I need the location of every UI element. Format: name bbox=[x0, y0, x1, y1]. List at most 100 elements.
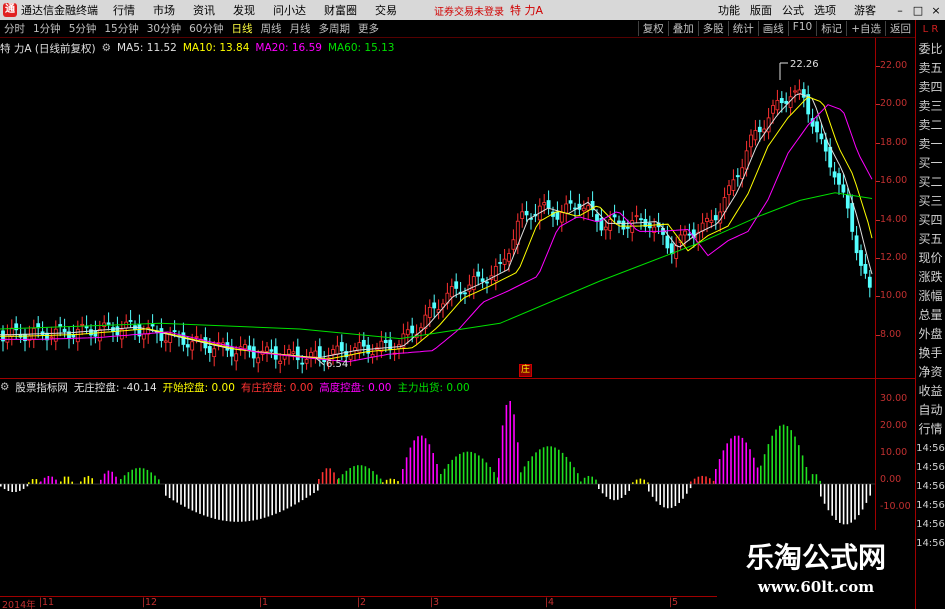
period-tab[interactable]: 1分钟 bbox=[29, 21, 65, 36]
side-panel-item[interactable]: 买四 bbox=[916, 211, 945, 230]
side-panel-item[interactable]: 涨幅 bbox=[916, 287, 945, 306]
signal-marker[interactable]: 庄 bbox=[519, 364, 533, 377]
side-panel-item[interactable]: 卖一 bbox=[916, 135, 945, 154]
candle-body bbox=[410, 325, 415, 334]
tool-button[interactable]: 叠加 bbox=[667, 21, 698, 36]
indicator-bar bbox=[447, 464, 450, 484]
side-panel-item[interactable]: 14:56 bbox=[916, 477, 945, 496]
side-panel-item[interactable]: 外盘 bbox=[916, 325, 945, 344]
high-price-label: 22.26 bbox=[790, 59, 819, 70]
indicator-bar bbox=[835, 484, 837, 520]
settings-icon[interactable]: ⚙ bbox=[102, 42, 111, 54]
side-panel-item[interactable]: 净资 bbox=[916, 363, 945, 382]
settings-icon[interactable]: ⚙ bbox=[0, 381, 9, 393]
side-panel-item[interactable]: 14:56 bbox=[916, 534, 945, 553]
candle-body bbox=[141, 333, 146, 340]
period-tab-more[interactable]: 更多 bbox=[354, 21, 383, 36]
maximize-icon[interactable]: □ bbox=[909, 4, 927, 17]
indicator-bar bbox=[222, 484, 224, 521]
side-panel-item[interactable]: 收益 bbox=[916, 382, 945, 401]
indicator-bar bbox=[591, 476, 593, 484]
tool-button[interactable]: F10 bbox=[787, 21, 816, 36]
candle-body bbox=[559, 212, 564, 223]
side-panel-item[interactable]: 14:56 bbox=[916, 439, 945, 458]
indicator-bar bbox=[244, 484, 247, 522]
side-panel-item[interactable]: 14:56 bbox=[916, 496, 945, 515]
period-tab[interactable]: 15分钟 bbox=[100, 21, 142, 36]
candle-body bbox=[542, 202, 547, 206]
menu-layout[interactable]: 版面 bbox=[745, 2, 777, 18]
side-panel-item[interactable]: 现价 bbox=[916, 249, 945, 268]
indicator-bar bbox=[712, 480, 715, 484]
indicator-bar bbox=[199, 484, 201, 514]
side-panel-item[interactable]: 买五 bbox=[916, 230, 945, 249]
indicator-bar bbox=[808, 480, 810, 484]
side-panel-item[interactable]: 买一 bbox=[916, 154, 945, 173]
menu-function[interactable]: 功能 bbox=[713, 2, 745, 18]
period-tab[interactable]: 30分钟 bbox=[143, 21, 185, 36]
period-tab[interactable]: 多周期 bbox=[315, 21, 355, 36]
price-candlestick-chart[interactable]: 22.26 6.54 bbox=[0, 56, 875, 378]
side-panel-item[interactable]: 卖三 bbox=[916, 97, 945, 116]
indicator-bar bbox=[267, 484, 270, 517]
menu-wealth[interactable]: 财富圈 bbox=[315, 2, 366, 18]
candle-body bbox=[313, 350, 318, 358]
side-panel-item[interactable]: 换手 bbox=[916, 344, 945, 363]
side-panel-header[interactable]: L R bbox=[916, 20, 945, 40]
indicator-bar bbox=[385, 479, 388, 484]
side-panel-item[interactable]: 总量 bbox=[916, 306, 945, 325]
side-panel-item[interactable]: 涨跌 bbox=[916, 268, 945, 287]
tool-button[interactable]: 多股 bbox=[697, 21, 728, 36]
indicator-histogram[interactable] bbox=[0, 394, 875, 526]
indicator-bar bbox=[648, 484, 650, 492]
candle-body bbox=[432, 302, 437, 309]
indicator-bar bbox=[520, 472, 522, 484]
indicator-bar bbox=[501, 425, 504, 484]
menu-trade[interactable]: 交易 bbox=[366, 2, 406, 18]
candle-body bbox=[793, 90, 797, 93]
side-panel-item[interactable]: 14:56 bbox=[916, 515, 945, 534]
period-tab[interactable]: 周线 bbox=[257, 21, 286, 36]
side-panel-item[interactable]: 委比 bbox=[916, 40, 945, 59]
period-tab[interactable]: 分时 bbox=[0, 21, 29, 36]
menu-options[interactable]: 选项 bbox=[809, 2, 841, 18]
side-panel-item[interactable]: 卖五 bbox=[916, 59, 945, 78]
menu-ask[interactable]: 问小达 bbox=[264, 2, 315, 18]
menu-news[interactable]: 资讯 bbox=[184, 2, 224, 18]
ma10-value: MA10: 13.84 bbox=[182, 42, 250, 54]
side-panel-item[interactable]: 自动 bbox=[916, 401, 945, 420]
indicator-bar bbox=[815, 474, 818, 484]
guest-label[interactable]: 游客 bbox=[849, 2, 881, 18]
side-panel-item[interactable]: 卖二 bbox=[916, 116, 945, 135]
tool-button[interactable]: 返回 bbox=[885, 21, 915, 36]
minimize-icon[interactable]: – bbox=[891, 4, 909, 17]
menu-formula[interactable]: 公式 bbox=[777, 2, 809, 18]
menu-market[interactable]: 市场 bbox=[144, 2, 184, 18]
candle-body bbox=[454, 281, 459, 289]
side-panel-item[interactable]: 14:56 bbox=[916, 458, 945, 477]
indicator-v3: 有庄控盘: 0.00 bbox=[240, 381, 314, 394]
tool-button[interactable]: 画线 bbox=[757, 21, 788, 36]
period-tab-daily[interactable]: 日线 bbox=[228, 21, 257, 36]
tool-button[interactable]: 统计 bbox=[727, 21, 758, 36]
indicator-bar bbox=[22, 484, 25, 489]
tool-button[interactable]: 标记 bbox=[816, 21, 846, 36]
tool-button[interactable]: +自选 bbox=[846, 21, 885, 36]
period-tab[interactable]: 60分钟 bbox=[185, 21, 227, 36]
price-axis-label: 10.00 bbox=[880, 290, 908, 302]
time-axis-tick: | bbox=[669, 597, 673, 608]
close-icon[interactable]: × bbox=[927, 4, 945, 17]
side-panel-item[interactable]: 卖四 bbox=[916, 78, 945, 97]
menu-quotes[interactable]: 行情 bbox=[104, 2, 144, 18]
indicator-bar bbox=[635, 479, 638, 484]
period-tab[interactable]: 月线 bbox=[286, 21, 315, 36]
side-panel-item[interactable]: 买二 bbox=[916, 173, 945, 192]
trade-login-warning[interactable]: 证券交易未登录 bbox=[434, 3, 504, 18]
menu-discover[interactable]: 发现 bbox=[224, 2, 264, 18]
side-panel-item[interactable]: 买三 bbox=[916, 192, 945, 211]
indicator-bar bbox=[154, 475, 156, 484]
candle-body bbox=[819, 133, 824, 140]
tool-button[interactable]: 复权 bbox=[637, 21, 668, 36]
period-tab[interactable]: 5分钟 bbox=[65, 21, 101, 36]
side-panel-item[interactable]: 行情 bbox=[916, 420, 945, 439]
